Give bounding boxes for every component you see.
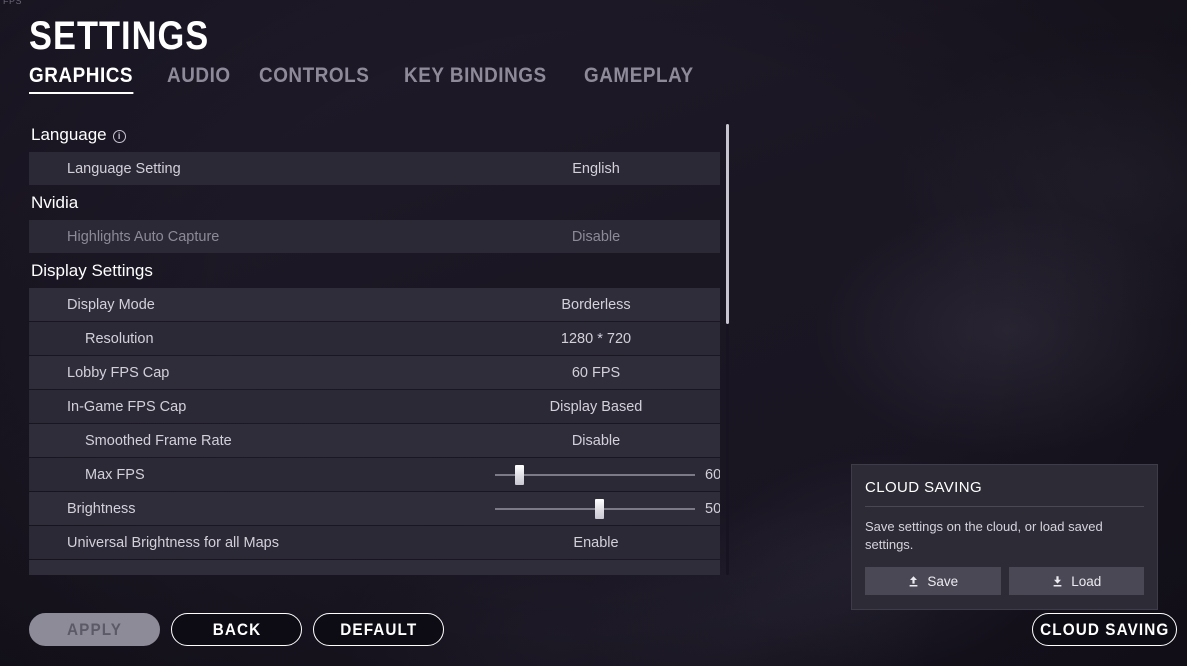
setting-value: 60 — [705, 466, 720, 483]
tab-gameplay[interactable]: GAMEPLAY — [584, 64, 694, 96]
bottom-button-bar: APPLY BACK DEFAULT — [29, 613, 444, 646]
tab-graphics[interactable]: GRAPHICS — [29, 64, 133, 96]
setting-value: Disable — [571, 228, 621, 245]
setting-label: In-Game FPS Cap — [67, 398, 187, 415]
header: SETTINGS GRAPHICS AUDIO CONTROLS KEY BIN… — [29, 14, 706, 96]
setting-label: Language Setting — [67, 160, 181, 177]
cloud-load-label: Load — [1071, 573, 1102, 589]
cloud-panel-description: Save settings on the cloud, or load save… — [865, 519, 1103, 552]
setting-value: 50 — [705, 500, 720, 517]
section-header-language: Language i — [29, 118, 720, 152]
setting-row-highlights-auto-capture[interactable]: Highlights Auto Capture Disable — [29, 220, 720, 253]
setting-row-language-setting[interactable]: Language Setting English — [29, 152, 720, 185]
cloud-panel-title: CLOUD SAVING — [865, 479, 983, 496]
cloud-saving-panel: CLOUD SAVING Save settings on the cloud,… — [851, 464, 1158, 610]
section-title-nvidia: Nvidia — [31, 193, 79, 212]
setting-row-in-game-fps-cap[interactable]: In-Game FPS Cap Display Based — [29, 390, 720, 423]
default-button-label: DEFAULT — [340, 619, 417, 639]
setting-row-partial-next[interactable] — [29, 560, 720, 575]
page-title: SETTINGS — [29, 14, 210, 58]
tab-audio[interactable]: AUDIO — [167, 64, 231, 96]
settings-scroll-content: Language i Language Setting English Nvid… — [29, 118, 720, 575]
back-button[interactable]: BACK — [171, 613, 302, 646]
setting-label: Highlights Auto Capture — [67, 228, 220, 245]
section-header-display-settings: Display Settings — [29, 254, 720, 288]
setting-label: Resolution — [85, 330, 154, 347]
section-title-language: Language — [31, 125, 107, 144]
setting-row-universal-brightness[interactable]: Universal Brightness for all Maps Enable — [29, 526, 720, 559]
cloud-save-button[interactable]: Save — [865, 567, 1001, 595]
setting-label: Max FPS — [85, 466, 145, 483]
apply-button-label: APPLY — [66, 619, 123, 639]
setting-label: Lobby FPS Cap — [67, 364, 170, 381]
max-fps-slider[interactable] — [495, 458, 695, 491]
tab-key-bindings[interactable]: KEY BINDINGS — [404, 64, 547, 96]
cloud-save-label: Save — [927, 573, 959, 589]
settings-scrollbar-thumb[interactable] — [726, 124, 729, 324]
cloud-load-button[interactable]: Load — [1008, 567, 1144, 595]
setting-value: Enable — [573, 534, 619, 551]
slider-thumb[interactable] — [514, 464, 524, 485]
setting-label: Brightness — [67, 500, 136, 517]
setting-label: Smoothed Frame Rate — [85, 432, 232, 449]
setting-label: Display Mode — [67, 296, 155, 313]
setting-value: Disable — [571, 432, 621, 449]
setting-value: 1280 * 720 — [560, 330, 632, 347]
download-icon — [1051, 575, 1064, 588]
settings-screen: FPS SETTINGS GRAPHICS AUDIO CONTROLS KEY… — [0, 0, 1187, 666]
setting-row-display-mode[interactable]: Display Mode Borderless — [29, 288, 720, 321]
upload-icon — [907, 575, 920, 588]
settings-list: Language i Language Setting English Nvid… — [29, 118, 720, 576]
setting-value: 60 FPS — [571, 364, 621, 381]
section-title-display-settings: Display Settings — [31, 261, 153, 280]
info-circle-icon[interactable]: i — [112, 129, 126, 143]
setting-label: Universal Brightness for all Maps — [67, 534, 279, 551]
setting-row-resolution[interactable]: Resolution 1280 * 720 — [29, 322, 720, 355]
tab-controls[interactable]: CONTROLS — [259, 64, 369, 96]
setting-row-brightness[interactable]: Brightness 50 — [29, 492, 720, 525]
section-header-nvidia: Nvidia — [29, 186, 720, 220]
cloud-panel-actions: Save Load — [865, 567, 1144, 595]
cloud-saving-button-label: CLOUD SAVING — [1040, 619, 1170, 639]
tab-bar: GRAPHICS AUDIO CONTROLS KEY BINDINGS GAM… — [29, 64, 706, 96]
brightness-slider[interactable] — [495, 492, 695, 525]
setting-value: Borderless — [561, 296, 631, 313]
apply-button[interactable]: APPLY — [29, 613, 160, 646]
back-button-label: BACK — [212, 619, 261, 639]
slider-thumb[interactable] — [594, 498, 604, 519]
default-button[interactable]: DEFAULT — [313, 613, 444, 646]
slider-track[interactable] — [495, 498, 695, 519]
fps-overlay-artifact: FPS — [3, 0, 23, 6]
cloud-saving-button[interactable]: CLOUD SAVING — [1032, 613, 1178, 646]
setting-row-smoothed-frame-rate[interactable]: Smoothed Frame Rate Disable — [29, 424, 720, 457]
setting-row-max-fps[interactable]: Max FPS 60 — [29, 458, 720, 491]
setting-value: English — [572, 160, 620, 177]
setting-value: Display Based — [549, 398, 643, 415]
settings-scrollbar-track[interactable] — [726, 120, 729, 575]
setting-row-lobby-fps-cap[interactable]: Lobby FPS Cap 60 FPS — [29, 356, 720, 389]
slider-track[interactable] — [495, 464, 695, 485]
cloud-panel-divider — [865, 506, 1144, 507]
